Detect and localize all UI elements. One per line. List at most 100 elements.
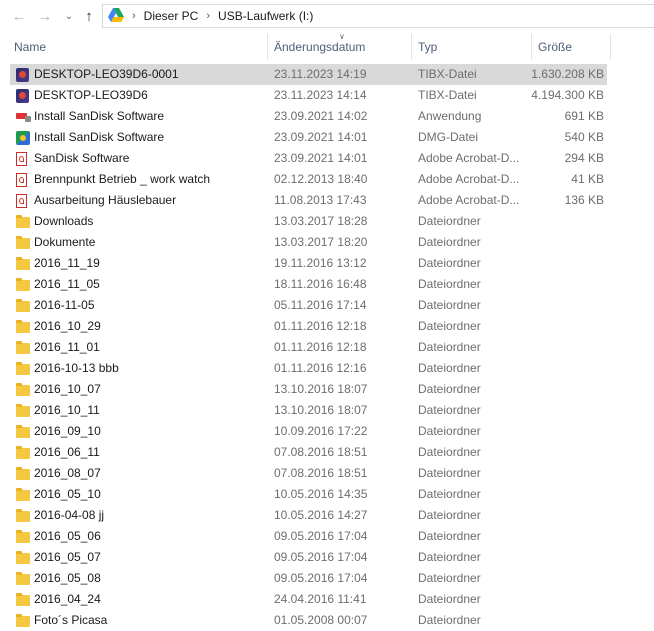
file-row[interactable]: Brennpunkt Betrieb _ work watch 02.12.201… (10, 169, 607, 190)
folder-row[interactable]: 2016_11_05 18.11.2016 16:48 Dateiordner (10, 274, 607, 295)
file-date: 07.08.2016 18:51 (274, 445, 368, 459)
recent-locations-chevron-icon[interactable]: ⌄ (60, 7, 78, 25)
back-arrow-icon[interactable]: ← (10, 7, 28, 25)
folder-row[interactable]: 2016_05_10 10.05.2016 14:35 Dateiordner (10, 484, 607, 505)
folder-icon (16, 316, 32, 337)
file-row[interactable]: DESKTOP-LEO39D6 23.11.2023 14:14 TIBX-Date… (10, 85, 607, 106)
dmg-file-icon (16, 127, 32, 148)
folder-icon (16, 274, 32, 295)
file-name: 2016_09_10 (34, 424, 101, 438)
breadcrumb-usb-drive[interactable]: USB-Laufwerk (I:) (218, 9, 313, 23)
address-bar[interactable]: › Dieser PC › USB-Laufwerk (I:) (102, 4, 654, 28)
column-header-size[interactable]: Größe (532, 34, 610, 60)
file-row[interactable]: SanDisk Software 23.09.2021 14:01 Adobe Ac… (10, 148, 607, 169)
file-date: 23.11.2023 14:19 (274, 67, 367, 81)
usb-drive-icon (108, 7, 124, 25)
file-date: 23.09.2021 14:01 (274, 151, 368, 165)
tibx-backup-icon (16, 64, 32, 85)
file-date: 18.11.2016 16:48 (274, 277, 367, 291)
folder-row[interactable]: 2016-04-08 jj 10.05.2016 14:27 Dateiordner (10, 505, 607, 526)
file-size: 540 KB (564, 130, 604, 144)
file-row[interactable]: DESKTOP-LEO39D6-0001 23.11.2023 14:19 TIBX… (10, 64, 607, 85)
folder-row[interactable]: 2016_04_24 24.04.2016 11:41 Dateiordner (10, 589, 607, 610)
file-name: 2016_10_29 (34, 319, 101, 333)
folder-row[interactable]: 2016-10-13 bbb 01.11.2016 12:16 Dateiordne… (10, 358, 607, 379)
file-date: 24.04.2016 11:41 (274, 592, 367, 606)
file-size (510, 400, 604, 421)
folder-icon (16, 253, 32, 274)
file-size: 691 KB (564, 109, 604, 123)
file-size: 4.194.300 KB (531, 88, 604, 102)
file-name: 2016_05_07 (34, 550, 101, 564)
folder-row[interactable]: Dokumente 13.03.2017 18:20 Dateiordner (10, 232, 607, 253)
folder-icon (16, 484, 32, 505)
file-date: 01.11.2016 12:16 (274, 361, 367, 375)
folder-row[interactable]: 2016-11-05 05.11.2016 17:14 Dateiordner (10, 295, 607, 316)
file-date: 01.11.2016 12:18 (274, 319, 367, 333)
file-date: 09.05.2016 17:04 (274, 550, 368, 564)
file-name: 2016_06_11 (34, 445, 100, 459)
file-row[interactable]: Ausarbeitung Häuslebauer 11.08.2013 17:43… (10, 190, 607, 211)
column-header-name[interactable]: Name (8, 34, 266, 60)
folder-row[interactable]: 2016_06_11 07.08.2016 18:51 Dateiordner (10, 442, 607, 463)
folder-row[interactable]: Foto´s Picasa 01.05.2008 00:07 Dateiordner (10, 610, 607, 631)
folder-row[interactable]: Downloads 13.03.2017 18:28 Dateiordner (10, 211, 607, 232)
file-name: DESKTOP-LEO39D6 (34, 88, 148, 102)
folder-row[interactable]: 2016_05_06 09.05.2016 17:04 Dateiordner (10, 526, 607, 547)
file-date: 01.05.2008 00:07 (274, 613, 368, 627)
file-size (510, 610, 604, 631)
file-name: Foto´s Picasa (34, 613, 108, 627)
file-size (510, 337, 604, 358)
file-name: 2016_04_24 (34, 592, 101, 606)
file-size (510, 568, 604, 589)
folder-row[interactable]: 2016_10_07 13.10.2016 18:07 Dateiordner (10, 379, 607, 400)
folder-row[interactable]: 2016_11_19 19.11.2016 13:12 Dateiordner (10, 253, 607, 274)
up-arrow-icon[interactable]: ↑ (80, 7, 98, 25)
file-name: 2016_10_07 (34, 382, 101, 396)
file-size (510, 358, 604, 379)
file-size: 136 KB (564, 193, 604, 207)
folder-row[interactable]: 2016_05_08 09.05.2016 17:04 Dateiordner (10, 568, 607, 589)
file-size: 294 KB (564, 151, 604, 165)
file-size (510, 379, 604, 400)
folder-icon (16, 589, 32, 610)
file-size (510, 442, 604, 463)
folder-row[interactable]: 2016_10_11 13.10.2016 18:07 Dateiordner (10, 400, 607, 421)
folder-row[interactable]: 2016_05_07 09.05.2016 17:04 Dateiordner (10, 547, 607, 568)
folder-icon (16, 337, 32, 358)
forward-arrow-icon[interactable]: → (36, 7, 54, 25)
breadcrumb-this-pc[interactable]: Dieser PC (144, 9, 199, 23)
file-name: 2016_05_06 (34, 529, 101, 543)
file-row[interactable]: Install SanDisk Software 23.09.2021 14:02… (10, 106, 607, 127)
folder-icon (16, 505, 32, 526)
pdf-file-icon (16, 148, 32, 169)
file-date: 09.05.2016 17:04 (274, 571, 368, 585)
file-size (510, 316, 604, 337)
file-name: 2016_11_01 (34, 340, 100, 354)
file-row[interactable]: Install SanDisk Software 23.09.2021 14:01… (10, 127, 607, 148)
folder-icon (16, 547, 32, 568)
column-divider[interactable] (610, 34, 611, 60)
file-name: Brennpunkt Betrieb _ work watch (34, 172, 211, 186)
file-name: DESKTOP-LEO39D6-0001 (34, 67, 179, 81)
file-date: 10.09.2016 17:22 (274, 424, 368, 438)
folder-row[interactable]: 2016_10_29 01.11.2016 12:18 Dateiordner (10, 316, 607, 337)
folder-row[interactable]: 2016_11_01 01.11.2016 12:18 Dateiordner (10, 337, 607, 358)
column-header-date[interactable]: Änderungsdatum (268, 34, 410, 60)
breadcrumb-separator-icon: › (206, 10, 211, 22)
file-size (510, 526, 604, 547)
file-name: Install SanDisk Software (34, 130, 165, 144)
file-date: 13.10.2016 18:07 (274, 382, 368, 396)
folder-icon (16, 526, 32, 547)
file-size: 1.630.208 KB (531, 67, 604, 81)
folder-row[interactable]: 2016_09_10 10.09.2016 17:22 Dateiordner (10, 421, 607, 442)
file-date: 01.11.2016 12:18 (274, 340, 367, 354)
folder-row[interactable]: 2016_08_07 07.08.2016 18:51 Dateiordner (10, 463, 607, 484)
file-size (510, 589, 604, 610)
file-date: 07.08.2016 18:51 (274, 466, 368, 480)
folder-icon (16, 211, 32, 232)
file-date: 23.09.2021 14:01 (274, 130, 368, 144)
file-name: Downloads (34, 214, 94, 228)
file-name: 2016_11_19 (34, 256, 100, 270)
column-header-type[interactable]: Typ (412, 34, 530, 60)
